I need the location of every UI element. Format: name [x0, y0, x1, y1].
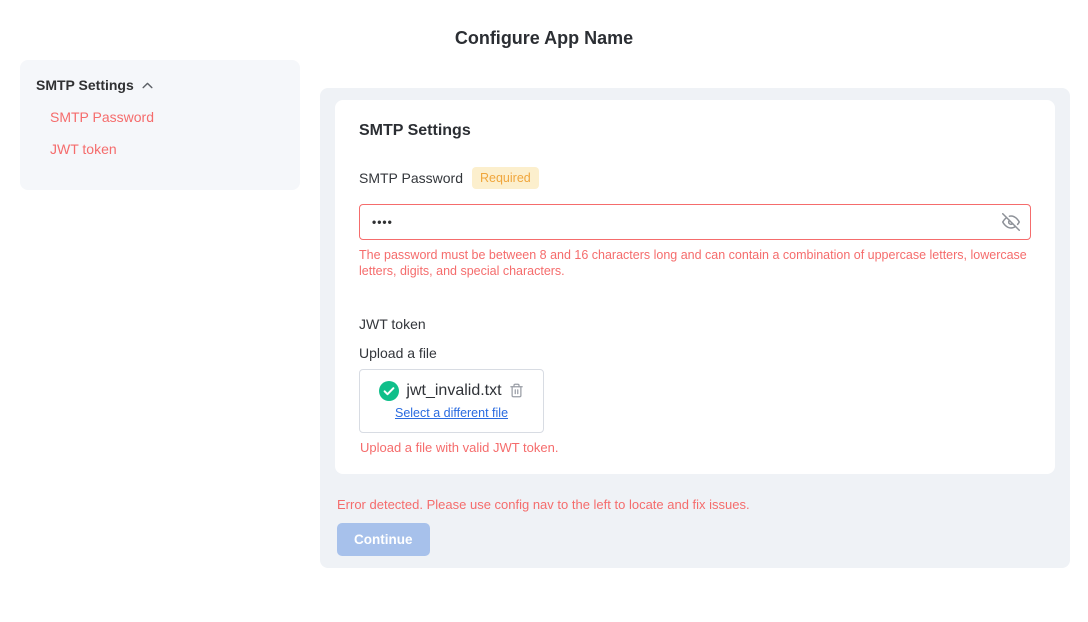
smtp-password-error-message: The password must be between 8 and 16 ch…	[359, 247, 1031, 279]
jwt-token-label: JWT token	[359, 316, 1031, 332]
eye-off-icon	[1002, 213, 1020, 231]
footer-error-message: Error detected. Please use config nav to…	[337, 497, 1055, 512]
sidebar-group-label: SMTP Settings	[36, 77, 134, 93]
upload-file-label: Upload a file	[359, 345, 1031, 361]
continue-button[interactable]: Continue	[337, 523, 430, 556]
check-circle-icon	[379, 381, 399, 401]
file-upload-box: jwt_invalid.txt Select a different fi	[359, 369, 544, 433]
sidebar-group-smtp-settings[interactable]: SMTP Settings	[36, 77, 284, 93]
required-badge: Required	[472, 167, 539, 189]
jwt-token-error-message: Upload a file with valid JWT token.	[360, 440, 1031, 455]
smtp-password-label: SMTP Password	[359, 170, 463, 186]
chevron-up-icon	[141, 79, 154, 92]
delete-file-button[interactable]	[509, 382, 524, 399]
smtp-password-input-wrap	[359, 204, 1031, 240]
page-title: Configure App Name	[0, 28, 1088, 49]
select-different-file-link[interactable]: Select a different file	[395, 406, 508, 420]
sidebar-item-jwt-token[interactable]: JWT token	[50, 141, 284, 157]
smtp-settings-card: SMTP Settings SMTP Password Required The…	[335, 100, 1055, 474]
configure-app-page: Configure App Name SMTP Settings SMTP Pa…	[0, 0, 1088, 622]
uploaded-file-row: jwt_invalid.txt	[368, 381, 535, 401]
trash-icon	[509, 382, 524, 399]
config-nav-sidebar: SMTP Settings SMTP Password JWT token	[20, 60, 300, 190]
sidebar-item-smtp-password[interactable]: SMTP Password	[50, 109, 284, 125]
smtp-password-label-row: SMTP Password Required	[359, 167, 1031, 189]
card-title: SMTP Settings	[359, 122, 1031, 140]
toggle-password-visibility-button[interactable]	[1000, 211, 1022, 233]
uploaded-file-name: jwt_invalid.txt	[406, 382, 501, 400]
config-panel: SMTP Settings SMTP Password Required The…	[320, 88, 1070, 568]
smtp-password-input[interactable]	[359, 204, 1031, 240]
